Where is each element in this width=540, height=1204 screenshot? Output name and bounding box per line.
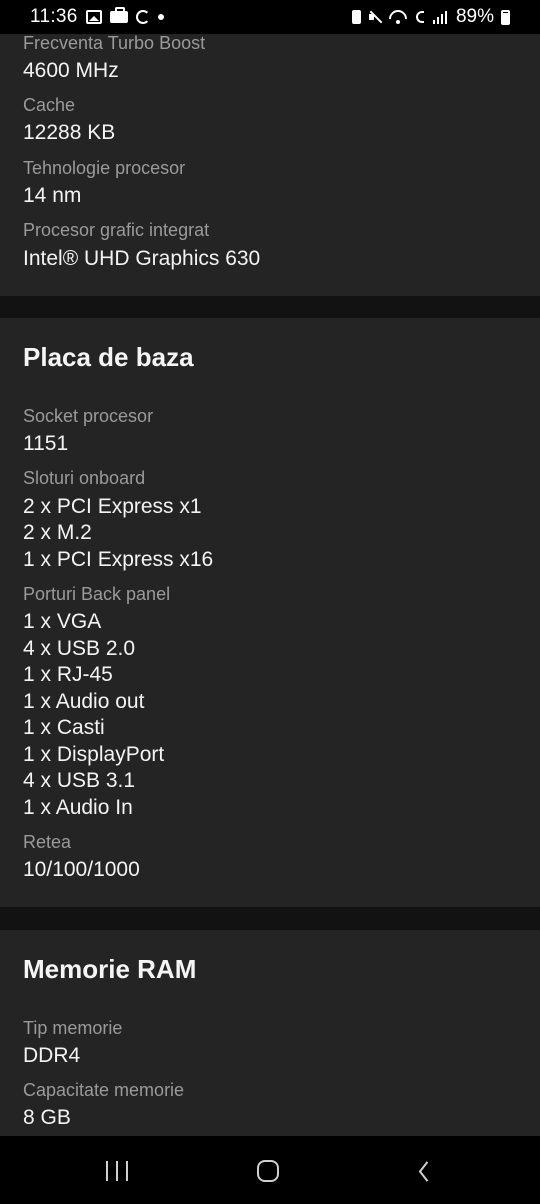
sloturi-value: 2 x M.2: [23, 521, 92, 544]
section-divider: [0, 907, 540, 930]
porturi-value: 4 x USB 2.0: [23, 637, 136, 660]
recent-apps-icon[interactable]: [106, 1161, 128, 1181]
porturi-value: 1 x Audio out: [23, 690, 145, 713]
field-label: Frecventa Turbo Boost: [23, 33, 206, 53]
dot-icon: [157, 14, 164, 20]
field-label: Tip memorie: [23, 1018, 123, 1038]
status-time: 11:36: [30, 6, 78, 27]
retea-value: 10/100/1000: [23, 858, 140, 881]
section-title: Placa de baza: [23, 342, 194, 372]
field-value: DDR4: [23, 1044, 81, 1067]
field-label: Capacitate memorie: [23, 1080, 185, 1100]
socket-value: 1151: [23, 432, 69, 455]
home-icon[interactable]: [257, 1160, 279, 1182]
field-label: Procesor grafic integrat: [23, 220, 210, 240]
porturi-value: 1 x RJ-45: [23, 663, 113, 686]
status-bar: 11:36 89%: [0, 0, 540, 34]
mute-icon: [368, 10, 382, 24]
sloturi-value: 1 x PCI Express x16: [23, 548, 214, 571]
gallery-icon: [85, 10, 102, 24]
bag-icon: [109, 7, 128, 23]
section-divider: [0, 296, 540, 318]
field-value: 8 GB: [23, 1106, 71, 1129]
wifi-icon: [389, 10, 407, 24]
motherboard-section: Placa de baza Socket procesor 1151 Slotu…: [0, 318, 540, 907]
porturi-value: 1 x Casti: [23, 716, 105, 739]
socket-label: Socket procesor: [23, 406, 154, 426]
field-value: 14 nm: [23, 184, 82, 207]
battery-saver-icon: [351, 10, 361, 24]
sloturi-value: 2 x PCI Express x1: [23, 495, 202, 518]
porturi-label: Porturi Back panel: [23, 584, 171, 604]
retea-label: Retea: [23, 832, 72, 852]
field-value: 4600 MHz: [23, 59, 119, 82]
status-bar-left: 11:36: [30, 6, 164, 28]
sync-icon: [135, 10, 150, 24]
signal-icon: [432, 10, 449, 24]
field-label: Tehnologie procesor: [23, 158, 186, 178]
battery-percent: 89%: [455, 6, 494, 27]
cpu-section: Frecventa Turbo Boost 4600 MHz Cache 122…: [0, 0, 540, 296]
sloturi-label: Sloturi onboard: [23, 468, 146, 488]
section-title: Memorie RAM: [23, 954, 197, 984]
ram-section: Memorie RAM Tip memorie DDR4 Capacitate …: [0, 930, 540, 1136]
porturi-value: 1 x DisplayPort: [23, 743, 165, 766]
field-value: Intel® UHD Graphics 630: [23, 247, 261, 270]
navigation-bar: [0, 1136, 540, 1204]
back-icon[interactable]: [415, 1161, 429, 1181]
battery-icon: [501, 9, 510, 25]
porturi-value: 4 x USB 3.1: [23, 769, 136, 792]
field-value: 12288 KB: [23, 121, 116, 144]
wifi-calling-icon: [414, 10, 426, 24]
porturi-value: 1 x VGA: [23, 610, 102, 633]
status-bar-right: 89%: [351, 6, 510, 28]
field-label: Cache: [23, 95, 76, 115]
porturi-value: 1 x Audio In: [23, 796, 133, 819]
